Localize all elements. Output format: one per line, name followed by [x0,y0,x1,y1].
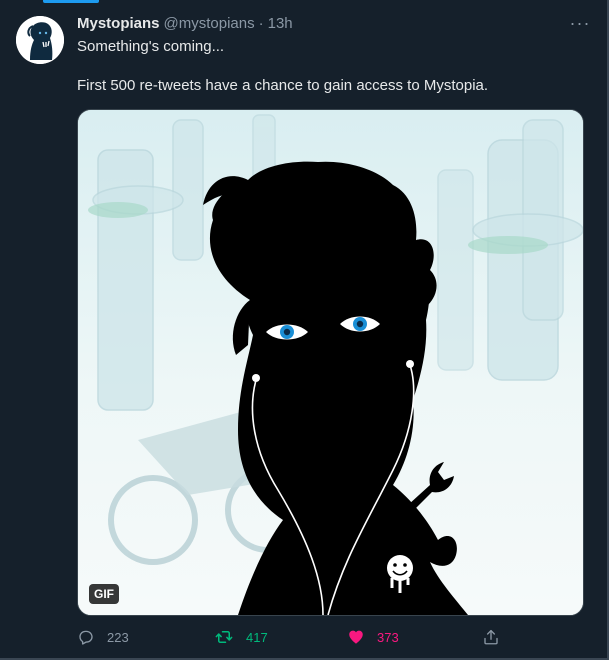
share-button[interactable] [482,624,500,650]
display-name[interactable]: Mystopians [77,15,160,32]
tweet-actions: 223 417 373 [77,624,582,650]
gif-badge: GIF [89,584,119,604]
tweet-content: Mystopians @mystopians · 13h ··· Somethi… [77,12,589,645]
tweet-header: Mystopians @mystopians · 13h [77,12,587,34]
tweet-media-gif[interactable]: GIF [77,109,584,616]
avatar[interactable] [16,16,64,64]
retweet-button[interactable]: 417 [214,624,268,650]
more-icon: ··· [569,13,591,33]
timestamp[interactable]: 13h [268,15,293,32]
retweet-icon [215,631,233,643]
gif-artwork [78,110,583,615]
retweet-count: 417 [246,629,268,645]
reply-icon [79,630,93,645]
reply-button[interactable]: 223 [77,624,129,650]
separator-dot: · [258,14,264,32]
tweet-text-line: First 500 re-tweets have a chance to gai… [77,77,489,94]
like-count: 373 [377,629,399,645]
tab-indicator [43,0,99,3]
tweet-text-line: Something's coming... [77,38,225,55]
reply-count: 223 [107,629,129,645]
tweet-text: Something's coming... First 500 re-tweet… [77,37,587,96]
handle[interactable]: @mystopians [164,15,255,32]
more-button[interactable]: ··· [565,12,595,34]
share-icon [484,629,498,645]
like-button[interactable]: 373 [347,624,399,650]
heart-icon [349,630,363,644]
